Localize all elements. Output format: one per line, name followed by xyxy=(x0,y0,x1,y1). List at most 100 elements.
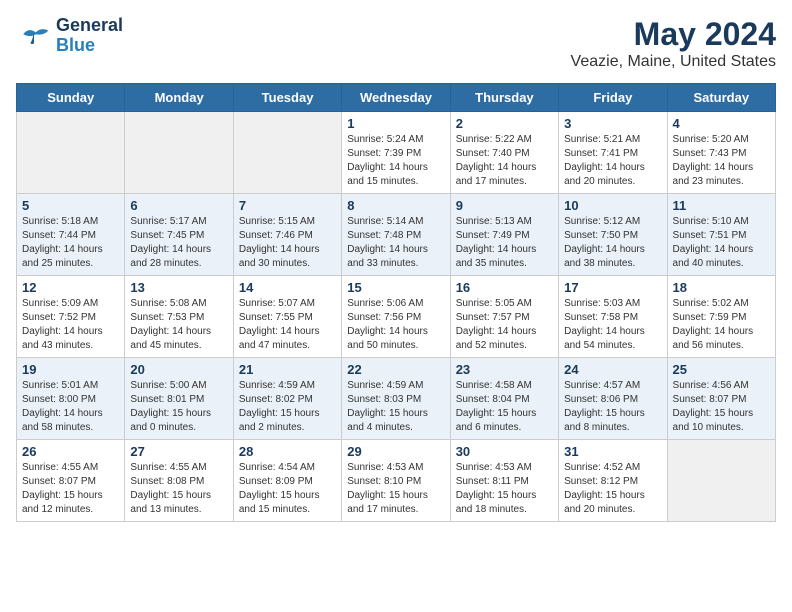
weekday-header: Friday xyxy=(559,84,667,112)
day-number: 19 xyxy=(22,362,119,377)
day-number: 24 xyxy=(564,362,661,377)
day-number: 30 xyxy=(456,444,553,459)
calendar-cell: 26 Sunrise: 4:55 AM Sunset: 8:07 PM Dayli… xyxy=(17,440,125,522)
day-info: Sunrise: 4:59 AM Sunset: 8:02 PM Dayligh… xyxy=(239,379,336,435)
day-info: Sunrise: 4:53 AM Sunset: 8:11 PM Dayligh… xyxy=(456,461,553,517)
calendar-cell: 4 Sunrise: 5:20 AM Sunset: 7:43 PM Daylig… xyxy=(667,112,775,194)
day-info: Sunrise: 4:54 AM Sunset: 8:09 PM Dayligh… xyxy=(239,461,336,517)
calendar-cell: 17 Sunrise: 5:03 AM Sunset: 7:58 PM Dayli… xyxy=(559,276,667,358)
weekday-header: Monday xyxy=(125,84,233,112)
calendar-cell: 6Sunrise: 5:17 AM Sunset: 7:45 PM Daylig… xyxy=(125,194,233,276)
day-number: 2 xyxy=(456,116,553,131)
day-info: Sunrise: 5:18 AM Sunset: 7:44 PM Dayligh… xyxy=(22,215,119,271)
calendar-week-row: 12 Sunrise: 5:09 AM Sunset: 7:52 PM Dayli… xyxy=(17,276,776,358)
day-number: 17 xyxy=(564,280,661,295)
calendar-cell xyxy=(667,440,775,522)
day-number: 1 xyxy=(347,116,444,131)
day-number: 9 xyxy=(456,198,553,213)
day-number: 8 xyxy=(347,198,444,213)
day-number: 14 xyxy=(239,280,336,295)
day-info: Sunrise: 5:21 AM Sunset: 7:41 PM Dayligh… xyxy=(564,133,661,189)
day-number: 27 xyxy=(130,444,227,459)
calendar-week-row: 5 Sunrise: 5:18 AM Sunset: 7:44 PM Daylig… xyxy=(17,194,776,276)
day-info: Sunrise: 5:12 AM Sunset: 7:50 PM Dayligh… xyxy=(564,215,661,271)
day-number: 3 xyxy=(564,116,661,131)
day-number: 4 xyxy=(673,116,770,131)
calendar-cell: 8 Sunrise: 5:14 AM Sunset: 7:48 PM Daylig… xyxy=(342,194,450,276)
calendar-title: May 2024 xyxy=(571,16,776,53)
weekday-header: Sunday xyxy=(17,84,125,112)
day-number: 31 xyxy=(564,444,661,459)
day-info: Sunrise: 5:09 AM Sunset: 7:52 PM Dayligh… xyxy=(22,297,119,353)
logo-icon xyxy=(16,18,52,54)
calendar-cell: 21 Sunrise: 4:59 AM Sunset: 8:02 PM Dayli… xyxy=(233,358,341,440)
day-number: 7 xyxy=(239,198,336,213)
weekday-header: Thursday xyxy=(450,84,558,112)
calendar-cell: 20 Sunrise: 5:00 AM Sunset: 8:01 PM Dayli… xyxy=(125,358,233,440)
day-number: 20 xyxy=(130,362,227,377)
day-info: Sunrise: 5:14 AM Sunset: 7:48 PM Dayligh… xyxy=(347,215,444,271)
day-info: Sunrise: 5:20 AM Sunset: 7:43 PM Dayligh… xyxy=(673,133,770,189)
calendar-cell: 5 Sunrise: 5:18 AM Sunset: 7:44 PM Daylig… xyxy=(17,194,125,276)
logo: General Blue xyxy=(16,16,123,56)
day-number: 29 xyxy=(347,444,444,459)
calendar-cell: 11 Sunrise: 5:10 AM Sunset: 7:51 PM Dayli… xyxy=(667,194,775,276)
day-number: 26 xyxy=(22,444,119,459)
calendar-cell: 13 Sunrise: 5:08 AM Sunset: 7:53 PM Dayli… xyxy=(125,276,233,358)
calendar-cell: 10 Sunrise: 5:12 AM Sunset: 7:50 PM Dayli… xyxy=(559,194,667,276)
calendar-cell: 16 Sunrise: 5:05 AM Sunset: 7:57 PM Dayli… xyxy=(450,276,558,358)
weekday-header: Tuesday xyxy=(233,84,341,112)
day-number: 5 xyxy=(22,198,119,213)
day-info: Sunrise: 5:24 AM Sunset: 7:39 PM Dayligh… xyxy=(347,133,444,189)
calendar-cell: 28Sunrise: 4:54 AM Sunset: 8:09 PM Dayli… xyxy=(233,440,341,522)
day-info: Sunrise: 4:58 AM Sunset: 8:04 PM Dayligh… xyxy=(456,379,553,435)
day-number: 10 xyxy=(564,198,661,213)
logo-text: General Blue xyxy=(56,16,123,56)
day-number: 22 xyxy=(347,362,444,377)
day-number: 11 xyxy=(673,198,770,213)
calendar-cell: 25Sunrise: 4:56 AM Sunset: 8:07 PM Dayli… xyxy=(667,358,775,440)
calendar-cell: 31Sunrise: 4:52 AM Sunset: 8:12 PM Dayli… xyxy=(559,440,667,522)
day-info: Sunrise: 5:08 AM Sunset: 7:53 PM Dayligh… xyxy=(130,297,227,353)
calendar-cell: 19 Sunrise: 5:01 AM Sunset: 8:00 PM Dayli… xyxy=(17,358,125,440)
day-number: 13 xyxy=(130,280,227,295)
day-info: Sunrise: 5:15 AM Sunset: 7:46 PM Dayligh… xyxy=(239,215,336,271)
calendar-cell: 30 Sunrise: 4:53 AM Sunset: 8:11 PM Dayli… xyxy=(450,440,558,522)
calendar-cell xyxy=(17,112,125,194)
calendar-cell: 15 Sunrise: 5:06 AM Sunset: 7:56 PM Dayli… xyxy=(342,276,450,358)
day-number: 15 xyxy=(347,280,444,295)
calendar-cell: 12 Sunrise: 5:09 AM Sunset: 7:52 PM Dayli… xyxy=(17,276,125,358)
calendar-cell: 14Sunrise: 5:07 AM Sunset: 7:55 PM Dayli… xyxy=(233,276,341,358)
calendar-cell: 7 Sunrise: 5:15 AM Sunset: 7:46 PM Daylig… xyxy=(233,194,341,276)
day-number: 16 xyxy=(456,280,553,295)
calendar-cell: 3 Sunrise: 5:21 AM Sunset: 7:41 PM Daylig… xyxy=(559,112,667,194)
calendar-week-row: 1 Sunrise: 5:24 AM Sunset: 7:39 PM Daylig… xyxy=(17,112,776,194)
location-subtitle: Veazie, Maine, United States xyxy=(571,53,776,71)
calendar-cell xyxy=(125,112,233,194)
day-info: Sunrise: 4:57 AM Sunset: 8:06 PM Dayligh… xyxy=(564,379,661,435)
calendar-table: SundayMondayTuesdayWednesdayThursdayFrid… xyxy=(16,83,776,522)
page-header: General Blue May 2024 Veazie, Maine, Uni… xyxy=(16,16,776,71)
day-info: Sunrise: 4:59 AM Sunset: 8:03 PM Dayligh… xyxy=(347,379,444,435)
day-info: Sunrise: 4:55 AM Sunset: 8:07 PM Dayligh… xyxy=(22,461,119,517)
day-info: Sunrise: 5:05 AM Sunset: 7:57 PM Dayligh… xyxy=(456,297,553,353)
day-info: Sunrise: 4:56 AM Sunset: 8:07 PM Dayligh… xyxy=(673,379,770,435)
day-info: Sunrise: 5:10 AM Sunset: 7:51 PM Dayligh… xyxy=(673,215,770,271)
calendar-cell: 22 Sunrise: 4:59 AM Sunset: 8:03 PM Dayli… xyxy=(342,358,450,440)
day-info: Sunrise: 5:03 AM Sunset: 7:58 PM Dayligh… xyxy=(564,297,661,353)
day-info: Sunrise: 5:01 AM Sunset: 8:00 PM Dayligh… xyxy=(22,379,119,435)
day-info: Sunrise: 4:55 AM Sunset: 8:08 PM Dayligh… xyxy=(130,461,227,517)
weekday-header-row: SundayMondayTuesdayWednesdayThursdayFrid… xyxy=(17,84,776,112)
day-number: 12 xyxy=(22,280,119,295)
calendar-cell: 1 Sunrise: 5:24 AM Sunset: 7:39 PM Daylig… xyxy=(342,112,450,194)
calendar-week-row: 19 Sunrise: 5:01 AM Sunset: 8:00 PM Dayli… xyxy=(17,358,776,440)
calendar-cell: 2Sunrise: 5:22 AM Sunset: 7:40 PM Daylig… xyxy=(450,112,558,194)
calendar-cell: 18 Sunrise: 5:02 AM Sunset: 7:59 PM Dayli… xyxy=(667,276,775,358)
day-info: Sunrise: 5:06 AM Sunset: 7:56 PM Dayligh… xyxy=(347,297,444,353)
calendar-week-row: 26 Sunrise: 4:55 AM Sunset: 8:07 PM Dayli… xyxy=(17,440,776,522)
day-number: 21 xyxy=(239,362,336,377)
day-info: Sunrise: 5:00 AM Sunset: 8:01 PM Dayligh… xyxy=(130,379,227,435)
day-info: Sunrise: 5:02 AM Sunset: 7:59 PM Dayligh… xyxy=(673,297,770,353)
weekday-header: Wednesday xyxy=(342,84,450,112)
day-number: 18 xyxy=(673,280,770,295)
